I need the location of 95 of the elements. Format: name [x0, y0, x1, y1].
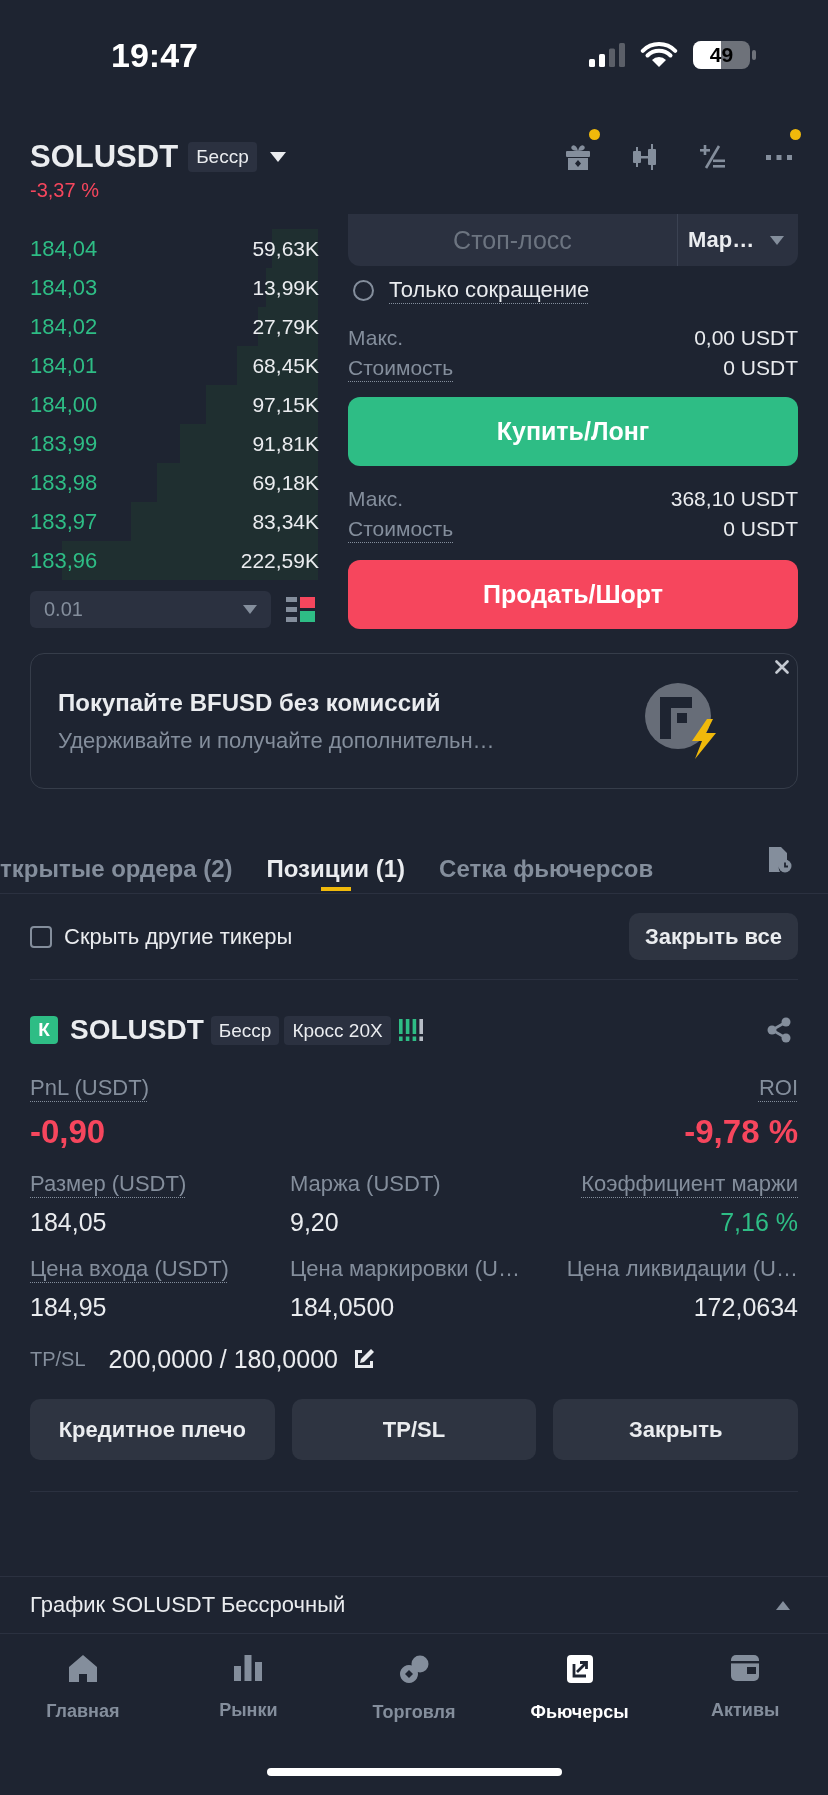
position-symbol: SOLUSDT: [70, 1014, 204, 1046]
metric-value: 184,0500: [290, 1292, 395, 1323]
bid-price[interactable]: 183,98: [30, 469, 98, 496]
metric-label: Маржа (USDT): [290, 1170, 441, 1198]
stop-loss-field[interactable]: Стоп-лосс: [348, 214, 677, 266]
info-value: 368,10 USDT: [670, 486, 798, 512]
metric-label: Цена ликвидации (U…: [566, 1255, 798, 1283]
metric-label: Цена входа (USDT): [30, 1255, 229, 1283]
share-icon[interactable]: [766, 1017, 792, 1043]
adl-bars-icon: [398, 1019, 423, 1041]
bid-amount: 13,99K: [252, 275, 319, 300]
bid-price[interactable]: 184,01: [30, 352, 98, 379]
contract-tag: Бесср: [188, 142, 257, 172]
promo-banner[interactable]: Покупайте BFUSD без комиссий Удерживайте и получайте дополнительн…: [30, 653, 798, 789]
metric-label: ROI: [758, 1074, 798, 1102]
metric-label: Цена маркировки (U…: [290, 1255, 520, 1283]
promo-subtitle: Удерживайте и получайте дополнительн…: [58, 726, 496, 755]
bid-price[interactable]: 184,02: [30, 313, 98, 340]
nav-tab[interactable]: Торговля: [331, 1634, 497, 1745]
position-action-button[interactable]: TP/SL: [291, 1399, 537, 1460]
chart-panel-title[interactable]: График SOLUSDT Бессрочный: [30, 1592, 346, 1618]
order-type-dropdown[interactable]: Мар…: [677, 214, 798, 266]
close-all-button[interactable]: Закрыть все: [628, 913, 798, 960]
order-book-layout-icon[interactable]: [286, 597, 315, 622]
position-tag: Кросс 20X: [284, 1015, 391, 1045]
bid-price[interactable]: 184,00: [30, 391, 98, 418]
sell-short-button[interactable]: Продать/Шорт: [348, 560, 798, 629]
metric-value: 172,0634: [693, 1292, 798, 1323]
tab[interactable]: Позиции (1): [266, 827, 406, 893]
bid-price[interactable]: 183,99: [30, 430, 98, 457]
bid-amount: 91,81K: [252, 431, 319, 456]
gift-icon[interactable]: [565, 143, 591, 171]
bid-amount: 222,59K: [240, 548, 319, 573]
bid-amount: 97,15K: [252, 392, 319, 417]
reduce-only-radio[interactable]: [353, 279, 374, 301]
bid-amount: 27,79K: [252, 314, 319, 339]
info-value: 0 USDT: [723, 516, 798, 542]
bid-price[interactable]: 183,97: [30, 508, 98, 535]
coins-icon: [399, 1655, 429, 1683]
nav-tab[interactable]: Главная: [0, 1634, 166, 1745]
info-value: 0,00 USDT: [694, 325, 798, 351]
candlestick-icon[interactable]: [632, 144, 658, 170]
bid-amount: 83,34K: [252, 509, 319, 534]
ticker-symbol[interactable]: SOLUSDT: [30, 139, 179, 175]
tpsl-value: 200,0000 / 180,0000: [108, 1344, 338, 1374]
nav-tab[interactable]: Рынки: [165, 1634, 332, 1745]
nav-tab[interactable]: Активы: [662, 1634, 828, 1745]
reduce-only-label[interactable]: Только сокращение: [389, 275, 590, 305]
tab[interactable]: Сетка фьючерсов: [439, 827, 654, 893]
bid-price[interactable]: 184,03: [30, 274, 98, 301]
position-action-button[interactable]: Закрыть: [553, 1399, 798, 1460]
more-icon[interactable]: [766, 154, 792, 160]
metric-value: 184,95: [30, 1292, 107, 1323]
metric-value: -0,90: [30, 1112, 106, 1152]
hide-tickers-label[interactable]: Скрыть другие тикеры: [64, 923, 293, 950]
home-icon: [68, 1655, 97, 1682]
position-side-badge: К: [30, 1016, 58, 1044]
bid-amount: 59,63K: [252, 236, 319, 261]
hide-tickers-checkbox[interactable]: [30, 925, 52, 948]
info-label: Стоимость: [348, 355, 454, 381]
promo-title: Покупайте BFUSD без комиссий: [58, 687, 442, 718]
info-label: Стоимость: [348, 516, 454, 542]
wallet-icon: [731, 1655, 760, 1681]
price-change-percent: -3,37 %: [30, 178, 100, 203]
metric-value: -9,78 %: [684, 1112, 798, 1152]
bid-amount: 69,18K: [252, 470, 319, 495]
plus-equals-icon[interactable]: [699, 145, 725, 169]
info-label: Макс.: [348, 325, 404, 351]
bar-chart-icon: [234, 1655, 263, 1681]
document-clock-icon[interactable]: [767, 847, 792, 873]
bid-amount: 68,45K: [252, 353, 319, 378]
metric-label: PnL (USDT): [30, 1074, 149, 1102]
signal-icon: [589, 43, 625, 67]
position-tag: Бесср: [210, 1015, 280, 1045]
close-icon[interactable]: [775, 660, 789, 674]
metric-value: 9,20: [290, 1207, 339, 1238]
price-step-dropdown[interactable]: 0.01: [30, 591, 271, 628]
caret-down-icon: [243, 605, 257, 614]
tpsl-label: TP/SL: [30, 1347, 86, 1371]
metric-label: Размер (USDT): [30, 1170, 187, 1198]
bid-price[interactable]: 183,96: [30, 547, 98, 574]
status-time: 19:47: [111, 35, 198, 75]
info-label: Макс.: [348, 486, 404, 512]
position-action-button[interactable]: Кредитное плечо: [30, 1399, 275, 1460]
tab[interactable]: ткрытые ордера (2): [0, 827, 233, 893]
bid-price[interactable]: 184,04: [30, 235, 98, 262]
nav-tab[interactable]: Фьючерсы: [496, 1634, 663, 1745]
wifi-icon: [640, 42, 678, 68]
caret-up-icon[interactable]: [776, 1600, 790, 1610]
caret-down-icon[interactable]: [269, 152, 286, 162]
info-value: 0 USDT: [723, 355, 798, 381]
metric-value: 184,05: [30, 1207, 107, 1238]
metric-label: Коэффициент маржи: [581, 1170, 798, 1198]
caret-down-icon: [770, 235, 784, 245]
metric-value: 7,16 %: [720, 1207, 798, 1238]
